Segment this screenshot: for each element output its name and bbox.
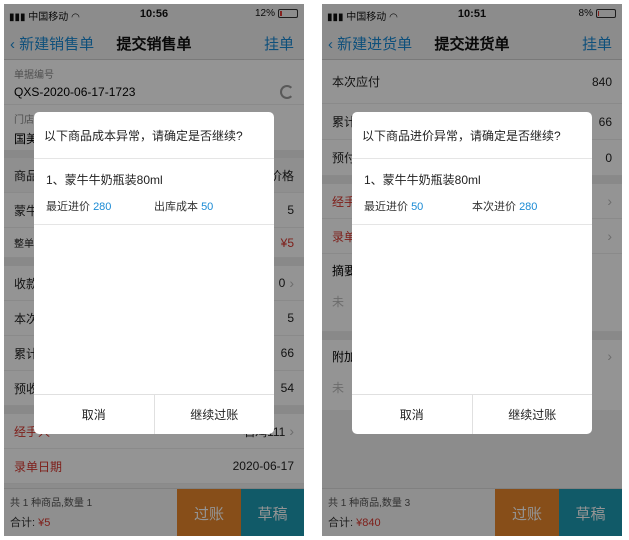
- dialog-actions: 取消 继续过账: [34, 394, 274, 434]
- dialog-item: 1、蒙牛牛奶瓶装80ml: [364, 173, 481, 187]
- continue-post-button[interactable]: 继续过账: [153, 395, 275, 434]
- cost-warning-dialog: 以下商品成本异常，请确定是否继续? 1、蒙牛牛奶瓶装80ml 最近进价 280 …: [34, 112, 274, 434]
- dialog-title: 以下商品成本异常，请确定是否继续?: [34, 112, 274, 159]
- dialog-actions: 取消 继续过账: [352, 394, 592, 434]
- dialog-title: 以下商品进价异常，请确定是否继续?: [352, 112, 592, 159]
- dialog-prices: 最近进价 50 本次进价 280: [352, 188, 592, 225]
- price-warning-dialog: 以下商品进价异常，请确定是否继续? 1、蒙牛牛奶瓶装80ml 最近进价 50 本…: [352, 112, 592, 434]
- cancel-button[interactable]: 取消: [352, 395, 472, 434]
- phone-screen-purchase: ▮▮▮ 中国移动 ◠ 10:51 8% ‹ 新建进货单 提交进货单 挂单 本次应…: [322, 4, 622, 536]
- phone-screen-sales: ▮▮▮ 中国移动 ◠ 10:56 12% ‹ 新建销售单 提交销售单 挂单 单据…: [4, 4, 304, 536]
- cancel-button[interactable]: 取消: [34, 395, 154, 434]
- dialog-prices: 最近进价 280 出库成本 50: [34, 188, 274, 225]
- dialog-item: 1、蒙牛牛奶瓶装80ml: [46, 173, 163, 187]
- continue-post-button[interactable]: 继续过账: [471, 395, 593, 434]
